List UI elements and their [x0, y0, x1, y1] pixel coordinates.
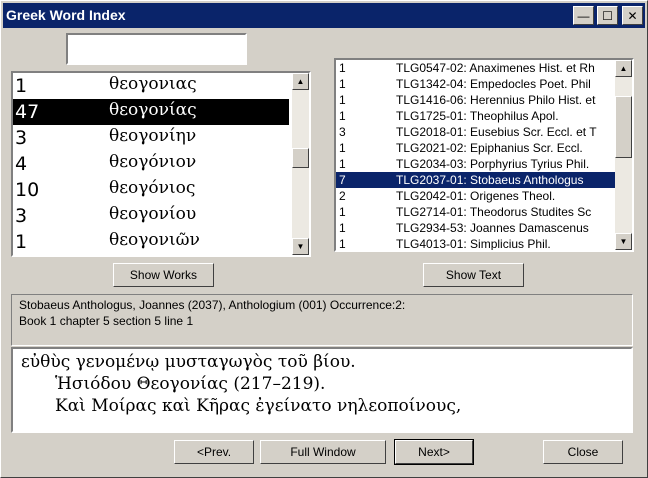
scroll-up-icon: ▲ [296, 77, 305, 86]
works-list-item[interactable]: 1 TLG2934-53: Joannes Damascenus [336, 220, 615, 236]
location-line: Book 1 chapter 5 section 5 line 1 [19, 314, 194, 328]
works-list-item[interactable]: 1 TLG4013-01: Simplicius Phil. [336, 236, 615, 251]
greek-word: θεογονίας [109, 100, 197, 120]
word-list-scrollbar[interactable]: ▲ ▼ [292, 73, 309, 255]
work-reference: TLG0547-02: Anaximenes Hist. et Rh [396, 61, 595, 75]
word-count: 3 [15, 127, 28, 149]
word-count: 1 [15, 75, 28, 97]
word-count: 4 [15, 153, 28, 175]
word-list-item[interactable]: 1 θεογονιῶν [13, 229, 289, 255]
works-list-item[interactable]: 1 TLG1416-06: Herennius Philo Hist. et [336, 92, 615, 108]
greek-word: θεογονιῶν [109, 230, 200, 250]
scroll-down-icon: ▼ [296, 242, 305, 251]
works-list-item[interactable]: 1 TLG0547-02: Anaximenes Hist. et Rh [336, 60, 615, 76]
text-line: εὐθὺς γενομένῳ μυσταγωγὸς τοῦ βίου. [21, 352, 356, 372]
full-window-button[interactable]: Full Window [260, 440, 386, 464]
greek-word: θεογονίην [109, 126, 197, 146]
next-button[interactable]: Next> [394, 439, 474, 465]
work-count: 1 [339, 61, 346, 75]
work-count: 7 [339, 173, 346, 187]
word-list-item[interactable]: 3 θεογονίου [13, 203, 289, 229]
works-list-item[interactable]: 7 TLG2037-01: Stobaeus Anthologus [336, 172, 615, 188]
work-reference: TLG1342-04: Empedocles Poet. Phil [396, 77, 591, 91]
work-reference: TLG2018-01: Eusebius Scr. Eccl. et T [396, 125, 597, 139]
close-icon: ✕ [627, 8, 638, 23]
work-reference: TLG2021-02: Epiphanius Scr. Eccl. [396, 141, 583, 155]
work-count: 1 [339, 141, 346, 155]
scroll-up-button[interactable]: ▲ [292, 73, 309, 90]
word-list-scroll-thumb[interactable] [292, 147, 309, 168]
greek-word: θεογονιας [109, 74, 197, 94]
occurrence-info: Stobaeus Anthologus, Joannes (2037), Ant… [11, 294, 633, 346]
work-reference: TLG2042-01: Origenes Theol. [396, 189, 556, 203]
greek-word: θεογόνιον [109, 152, 197, 172]
work-reference: TLG2714-01: Theodorus Studites Sc [396, 205, 592, 219]
works-list-item[interactable]: 1 TLG2034-03: Porphyrius Tyrius Phil. [336, 156, 615, 172]
window-title: Greek Word Index [6, 7, 126, 23]
scroll-up-button[interactable]: ▲ [615, 60, 632, 77]
greek-word: θεογόνιος [109, 178, 196, 198]
works-list-scroll-thumb[interactable] [615, 95, 632, 158]
greek-word: θεογονίου [109, 204, 197, 224]
prev-button[interactable]: <Prev. [174, 440, 254, 464]
scroll-down-icon: ▼ [619, 237, 628, 246]
word-list[interactable]: 1 θεογονιας 47 θεογονίας 3 θεογονίην 4 θεογόνιο… [11, 71, 311, 257]
works-list-item[interactable]: 1 TLG1342-04: Empedocles Poet. Phil [336, 76, 615, 92]
word-list-item[interactable]: 10 θεογόνιος [13, 177, 289, 203]
work-count: 1 [339, 157, 346, 171]
word-count: 3 [15, 205, 28, 227]
work-reference: TLG4013-01: Simplicius Phil. [396, 237, 551, 251]
word-count: 10 [15, 179, 40, 201]
works-list-item[interactable]: 3 TLG2018-01: Eusebius Scr. Eccl. et T [336, 124, 615, 140]
word-list-item[interactable]: 1 θεογονιας [13, 73, 289, 99]
maximize-icon: ☐ [602, 8, 613, 23]
text-line: Καὶ Μοίρας καὶ Κῆρας ἐγείνατο νηλεοποίνο… [55, 396, 462, 416]
works-list[interactable]: 1 TLG0547-02: Anaximenes Hist. et Rh 1 TLG1… [334, 58, 634, 252]
word-count: 47 [15, 101, 40, 123]
word-list-item[interactable]: 4 θεογόνιον [13, 151, 289, 177]
work-count: 1 [339, 237, 346, 251]
occurrence-line: Stobaeus Anthologus, Joannes (2037), Ant… [19, 298, 406, 312]
work-count: 1 [339, 93, 346, 107]
title-bar[interactable]: Greek Word Index — ☐ ✕ [3, 3, 645, 28]
close-window-button[interactable]: ✕ [622, 6, 643, 25]
close-button[interactable]: Close [543, 440, 623, 464]
works-list-scrollbar[interactable]: ▲ ▼ [615, 60, 632, 250]
search-input[interactable] [66, 33, 247, 65]
scroll-down-button[interactable]: ▼ [615, 233, 632, 250]
show-works-button[interactable]: Show Works [113, 263, 214, 287]
work-count: 2 [339, 189, 346, 203]
scroll-up-icon: ▲ [619, 64, 628, 73]
word-count: 1 [15, 231, 28, 253]
work-reference: TLG2037-01: Stobaeus Anthologus [396, 173, 584, 187]
greek-word-index-window: Greek Word Index — ☐ ✕ 1 θεογονιας 47 θεογο… [0, 0, 648, 478]
work-reference: TLG2934-53: Joannes Damascenus [396, 221, 589, 235]
works-list-item[interactable]: 1 TLG2021-02: Epiphanius Scr. Eccl. [336, 140, 615, 156]
greek-text-pane[interactable]: εὐθὺς γενομένῳ μυσταγωγὸς τοῦ βίου. Ἡσιό… [11, 347, 633, 433]
minimize-icon: — [577, 8, 590, 23]
word-list-item[interactable]: 3 θεογονίην [13, 125, 289, 151]
work-reference: TLG1725-01: Theophilus Apol. [396, 109, 559, 123]
work-count: 1 [339, 205, 346, 219]
minimize-button[interactable]: — [573, 6, 594, 25]
work-reference: TLG2034-03: Porphyrius Tyrius Phil. [396, 157, 590, 171]
show-text-button[interactable]: Show Text [423, 263, 524, 287]
work-count: 3 [339, 125, 346, 139]
work-count: 1 [339, 77, 346, 91]
scroll-down-button[interactable]: ▼ [292, 238, 309, 255]
works-list-item[interactable]: 1 TLG1725-01: Theophilus Apol. [336, 108, 615, 124]
works-list-item[interactable]: 1 TLG2714-01: Theodorus Studites Sc [336, 204, 615, 220]
work-reference: TLG1416-06: Herennius Philo Hist. et [396, 93, 596, 107]
works-list-item[interactable]: 2 TLG2042-01: Origenes Theol. [336, 188, 615, 204]
work-count: 1 [339, 221, 346, 235]
word-list-item[interactable]: 47 θεογονίας [13, 99, 289, 125]
text-line: Ἡσιόδου Θεογονίας (217–219). [55, 374, 326, 394]
work-count: 1 [339, 109, 346, 123]
maximize-button[interactable]: ☐ [597, 6, 618, 25]
